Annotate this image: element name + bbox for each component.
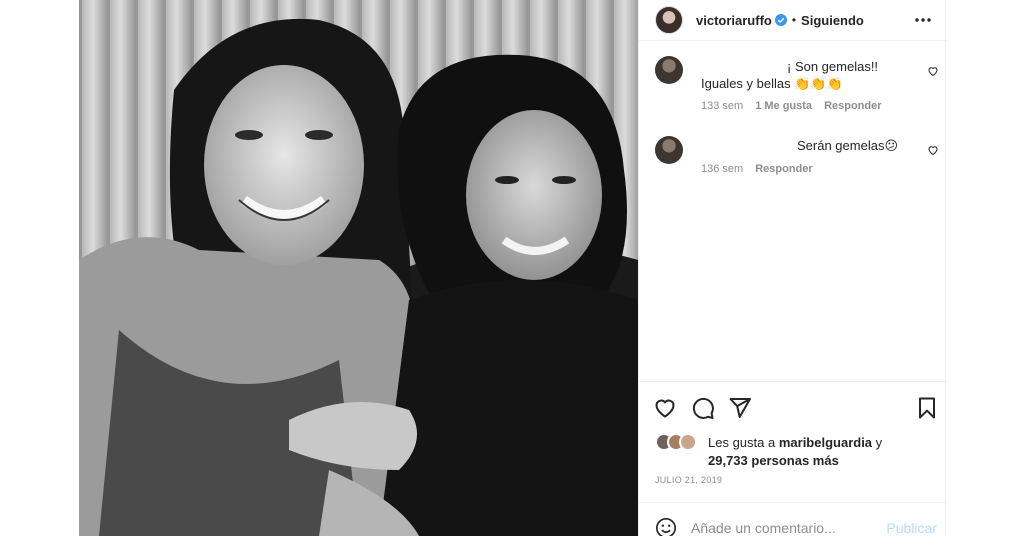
comment-input[interactable] (691, 519, 871, 536)
emoji-icon[interactable] (655, 517, 677, 536)
comment-time[interactable]: 136 sem (701, 163, 743, 175)
like-heart-icon[interactable] (653, 396, 677, 420)
likes-prefix: Les gusta a (708, 435, 776, 450)
comment-text-line2: Iguales y bellas 👏👏👏 (701, 76, 843, 91)
likers-avatars[interactable] (655, 433, 707, 453)
post-photo[interactable] (79, 0, 638, 536)
comment-reply-button[interactable]: Responder (755, 163, 812, 175)
comment-text-line1: ¡ Son gemelas!! (787, 59, 879, 74)
commenter-avatar[interactable] (655, 56, 683, 84)
likes-conjunction: y (875, 435, 883, 450)
author-avatar[interactable] (655, 6, 683, 34)
comment-like-icon[interactable] (927, 65, 939, 77)
post-date[interactable]: JULIO 21, 2019 (655, 475, 722, 485)
post-actions (639, 381, 947, 431)
comments-list[interactable]: ¡ Son gemelas!! Iguales y bellas 👏👏👏 133… (639, 40, 947, 380)
post-header: victoriaruffo • Siguiendo (639, 0, 947, 40)
publish-button[interactable]: Publicar (886, 520, 937, 536)
likes-user-link[interactable]: maribelguardia (779, 435, 872, 450)
comment-icon[interactable] (691, 396, 715, 420)
save-bookmark-icon[interactable] (915, 396, 939, 420)
comment-time[interactable]: 133 sem (701, 100, 743, 112)
photo-image (79, 0, 638, 536)
likes-count-link[interactable]: 29,733 personas más (708, 453, 839, 468)
comment-item: ¡ Son gemelas!! Iguales y bellas 👏👏👏 133… (639, 41, 947, 121)
author-username[interactable]: victoriaruffo (696, 13, 772, 28)
following-button[interactable]: Siguiendo (801, 13, 864, 28)
share-direct-icon[interactable] (728, 396, 752, 420)
comment-meta: 133 sem 1 Me gusta Responder (701, 100, 882, 112)
commenter-avatar[interactable] (655, 136, 683, 164)
comment-composer: Publicar (639, 502, 947, 536)
comment-like-icon[interactable] (927, 144, 939, 156)
comment-item: Serán gemelas😕 136 sem Responder (639, 121, 947, 191)
liker-avatar (679, 433, 697, 451)
comment-likes-count[interactable]: 1 Me gusta (755, 100, 812, 112)
comment-reply-button[interactable]: Responder (824, 100, 881, 112)
comment-text-line1: Serán gemelas😕 (797, 138, 898, 153)
comment-meta: 136 sem Responder (701, 163, 813, 175)
more-options-icon[interactable] (913, 10, 933, 30)
post-side-panel: victoriaruffo • Siguiendo ¡ Son gemelas!… (638, 0, 947, 536)
likes-text: Les gusta a maribelguardia y 29,733 pers… (708, 434, 938, 470)
header-separator: • (791, 13, 797, 27)
verified-badge-icon (774, 14, 787, 26)
